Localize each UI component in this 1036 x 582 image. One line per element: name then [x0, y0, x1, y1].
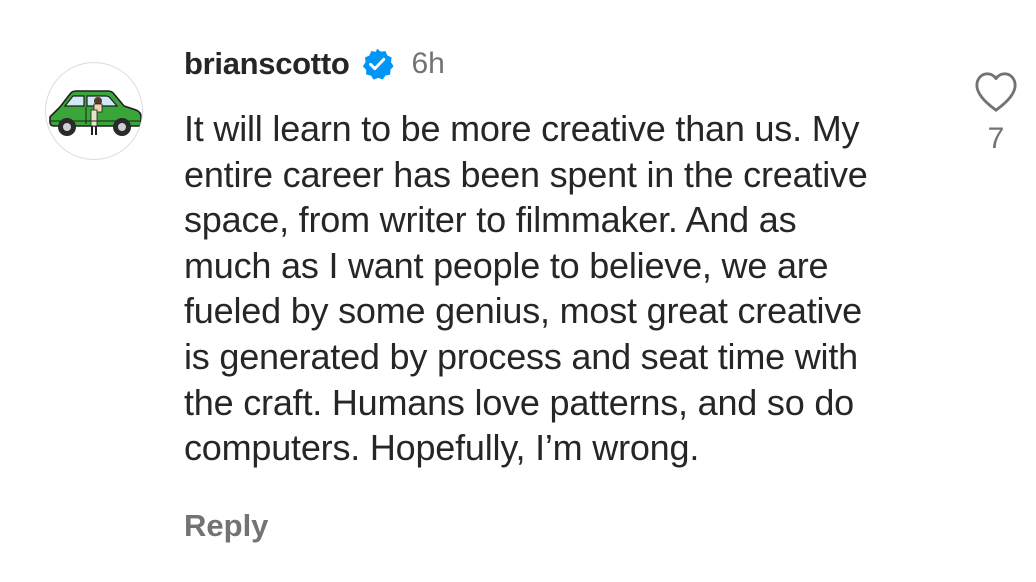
like-area: 7: [966, 70, 1026, 156]
comment: brianscotto 6h It will learn to be more …: [0, 0, 1036, 582]
like-count: 7: [987, 122, 1005, 155]
comment-body-line: computers. Hopefully, I’m wrong.: [184, 427, 700, 469]
avatar[interactable]: [45, 62, 143, 160]
comment-body-line: It will learn to be more creative than u…: [184, 108, 860, 149]
comment-header: brianscotto 6h: [184, 42, 445, 86]
comment-body-line: the craft. Humans love patterns, and so …: [184, 381, 854, 423]
comment-body-line: fueled by some genius, most great creati…: [184, 290, 862, 332]
username[interactable]: brianscotto: [184, 46, 350, 82]
comment-body-line: entire career has been spent in the crea…: [184, 153, 868, 195]
comment-body-line: space, from writer to filmmaker. And as: [184, 199, 797, 241]
comment-body-line: much as I want people to believe, we are: [184, 244, 829, 286]
comment-timestamp: 6h: [411, 47, 445, 80]
reply-button[interactable]: Reply: [184, 508, 268, 544]
heart-outline-icon[interactable]: [973, 70, 1019, 114]
avatar-car-illustration: [49, 90, 142, 136]
like-button[interactable]: [966, 70, 1026, 114]
verified-badge-icon: [360, 47, 394, 81]
comment-body: It will learn to be more creative than u…: [184, 106, 944, 471]
comment-body-line: is generated by process and seat time wi…: [184, 335, 858, 377]
